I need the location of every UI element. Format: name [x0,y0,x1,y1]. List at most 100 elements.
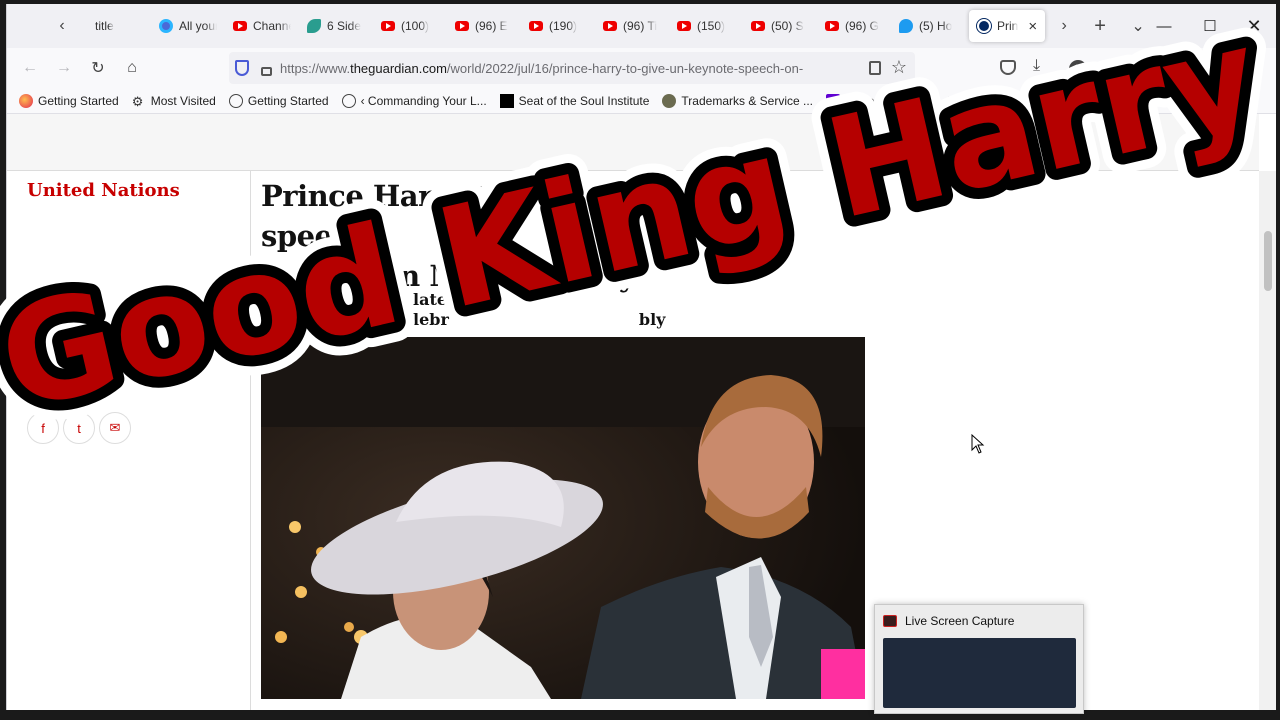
bookmark-label: Getting Started [247,93,329,108]
gear-icon: ⚙ [131,93,144,109]
bookmark-item[interactable]: ‹ Commanding Your L... [341,93,487,108]
tab-0[interactable]: title [77,10,151,42]
address-bar[interactable]: https://www.theguardian.com/world/2022/j… [229,52,915,84]
tab-label: (96) Ti [623,19,658,33]
bookmark-label: Getting Started [38,93,119,108]
youtube-icon [751,21,765,31]
close-icon[interactable]: × [1028,18,1037,35]
tab-label: (96) E [475,19,508,33]
bookmark-item[interactable]: Getting Started [19,93,119,108]
header-band [7,114,1259,171]
share-facebook-icon[interactable]: f [27,412,59,444]
reader-view-icon[interactable] [869,61,881,75]
article-standfirst: late lebr bly [413,290,666,329]
grammarly-icon[interactable]: G [1104,60,1122,78]
capture-preview[interactable] [883,638,1076,708]
tab-scroll-left-button[interactable]: ‹ [47,10,77,42]
live-capture-window[interactable]: Live Screen Capture [874,604,1084,714]
tab-label: 6 Side [327,19,362,33]
capture-title: Live Screen Capture [905,614,1015,628]
tab-9[interactable]: (50) S [743,10,817,42]
bookmark-label: Seat of the Soul Institute [518,93,650,108]
globe-icon [228,93,243,108]
star-icon[interactable]: ☆ [891,57,907,78]
bookmark-item[interactable]: ⚙ Most Visited [131,93,216,109]
youtube-icon [381,21,395,31]
tracking-shield-icon[interactable] [235,60,249,76]
new-tab-button[interactable]: + [1085,10,1115,42]
desktop: ‹ title All your Channel 6 Side (100) (96) E (… [0,0,1280,720]
minimize-button[interactable]: — [1141,4,1187,48]
bookmark-item[interactable]: Trademarks & Service ... [662,93,814,108]
firefox-icon [19,93,33,108]
grammarly-g-icon[interactable]: G [1069,60,1087,78]
download-icon[interactable]: ⤓ [1033,57,1040,75]
tab-10[interactable]: (96) G [817,10,891,42]
tab-list: title All your Channel 6 Side (100) (96) E (19… [77,10,965,42]
home-button[interactable]: ⌂ [115,52,149,84]
page-content: United Nations Prince Harry to give UN k… [7,114,1276,710]
reload-button[interactable]: ↻ [81,52,115,84]
url-text[interactable]: https://www.theguardian.com/world/2022/j… [280,61,840,76]
back-button[interactable]: ← [13,52,47,84]
tab-active[interactable]: Prin × [969,10,1046,42]
tab-6[interactable]: (190) [521,10,595,42]
firefox-icon [984,93,999,108]
bookmark-label: ginger bug uses - - Ya... [845,93,972,108]
close-window-button[interactable]: ✕ [1231,4,1276,48]
tab-label: (100) [401,19,430,33]
bookmark-label: Most Visited [150,93,216,108]
tab-7[interactable]: (96) Ti [595,10,669,42]
share-email-icon[interactable]: ✉ [99,412,131,444]
bookmark-item[interactable]: Seat of the Soul Institute [499,93,650,108]
navigation-bar: ← → ↻ ⌂ https://www.theguardian.com/worl… [7,48,1276,88]
youtube-icon [233,21,247,31]
bookmark-label: Trademarks & Service ... [681,93,814,108]
account-icon[interactable]: 1 [1209,60,1227,78]
circle-logo-icon [159,19,173,33]
scrollbar-thumb[interactable] [1264,231,1272,291]
bookmark-label: ‹ Commanding Your L... [360,93,487,108]
youtube-icon [825,21,839,31]
browser-window: ‹ title All your Channel 6 Side (100) (96) E (… [6,4,1276,710]
yahoo-extension-icon[interactable]: Y [1139,60,1157,78]
share-twitter-icon[interactable]: t [63,412,95,444]
menu-icon[interactable]: ≡ [1245,56,1254,74]
tab-label: (150) [697,19,726,33]
tab-label: Channel [253,19,291,33]
black-square-icon [499,93,514,108]
bookmarks-toolbar: Getting Started ⚙ Most Visited Getting Star… [7,88,1276,114]
youtube-icon [455,21,469,31]
page-scrollbar[interactable] [1259,171,1276,710]
yahoo-icon [826,93,841,108]
youtube-icon [677,21,691,31]
globe-icon [341,93,356,108]
pocket-icon[interactable] [1000,60,1016,75]
extension-badge: 10 [1178,54,1193,64]
tab-active-label: Prin [997,19,1019,33]
tab-scroll-right-button[interactable]: › [1049,10,1079,42]
tab-label: (190) [549,19,578,33]
lock-icon[interactable] [261,66,272,76]
more-bookmarks-icon[interactable]: » [1129,92,1136,107]
maximize-button[interactable]: ☐ [1187,4,1233,48]
tab-4[interactable]: (100) [373,10,447,42]
forward-button[interactable]: → [47,52,81,84]
mouse-cursor-icon [971,434,985,454]
bookmark-item[interactable]: ginger bug uses - - Ya... [826,93,972,108]
section-label[interactable]: United Nations [27,180,180,201]
bird-logo-icon [307,19,321,33]
bookmark-item[interactable]: Getting Started [228,93,329,108]
tab-label: (96) G [845,19,880,33]
tab-11[interactable]: (5) Ho [891,10,965,42]
tab-8[interactable]: (150) [669,10,743,42]
bookmark-item[interactable]: Getting Started [984,93,1085,108]
record-icon [883,615,897,627]
youtube-icon [603,21,617,31]
tab-3[interactable]: 6 Side [299,10,373,42]
article-headline: Prince Harry to give UN keynote speech o… [261,179,774,293]
tab-2[interactable]: Channel [225,10,299,42]
tab-1[interactable]: All your [151,10,225,42]
youtube-icon [529,21,543,31]
tab-5[interactable]: (96) E [447,10,521,42]
